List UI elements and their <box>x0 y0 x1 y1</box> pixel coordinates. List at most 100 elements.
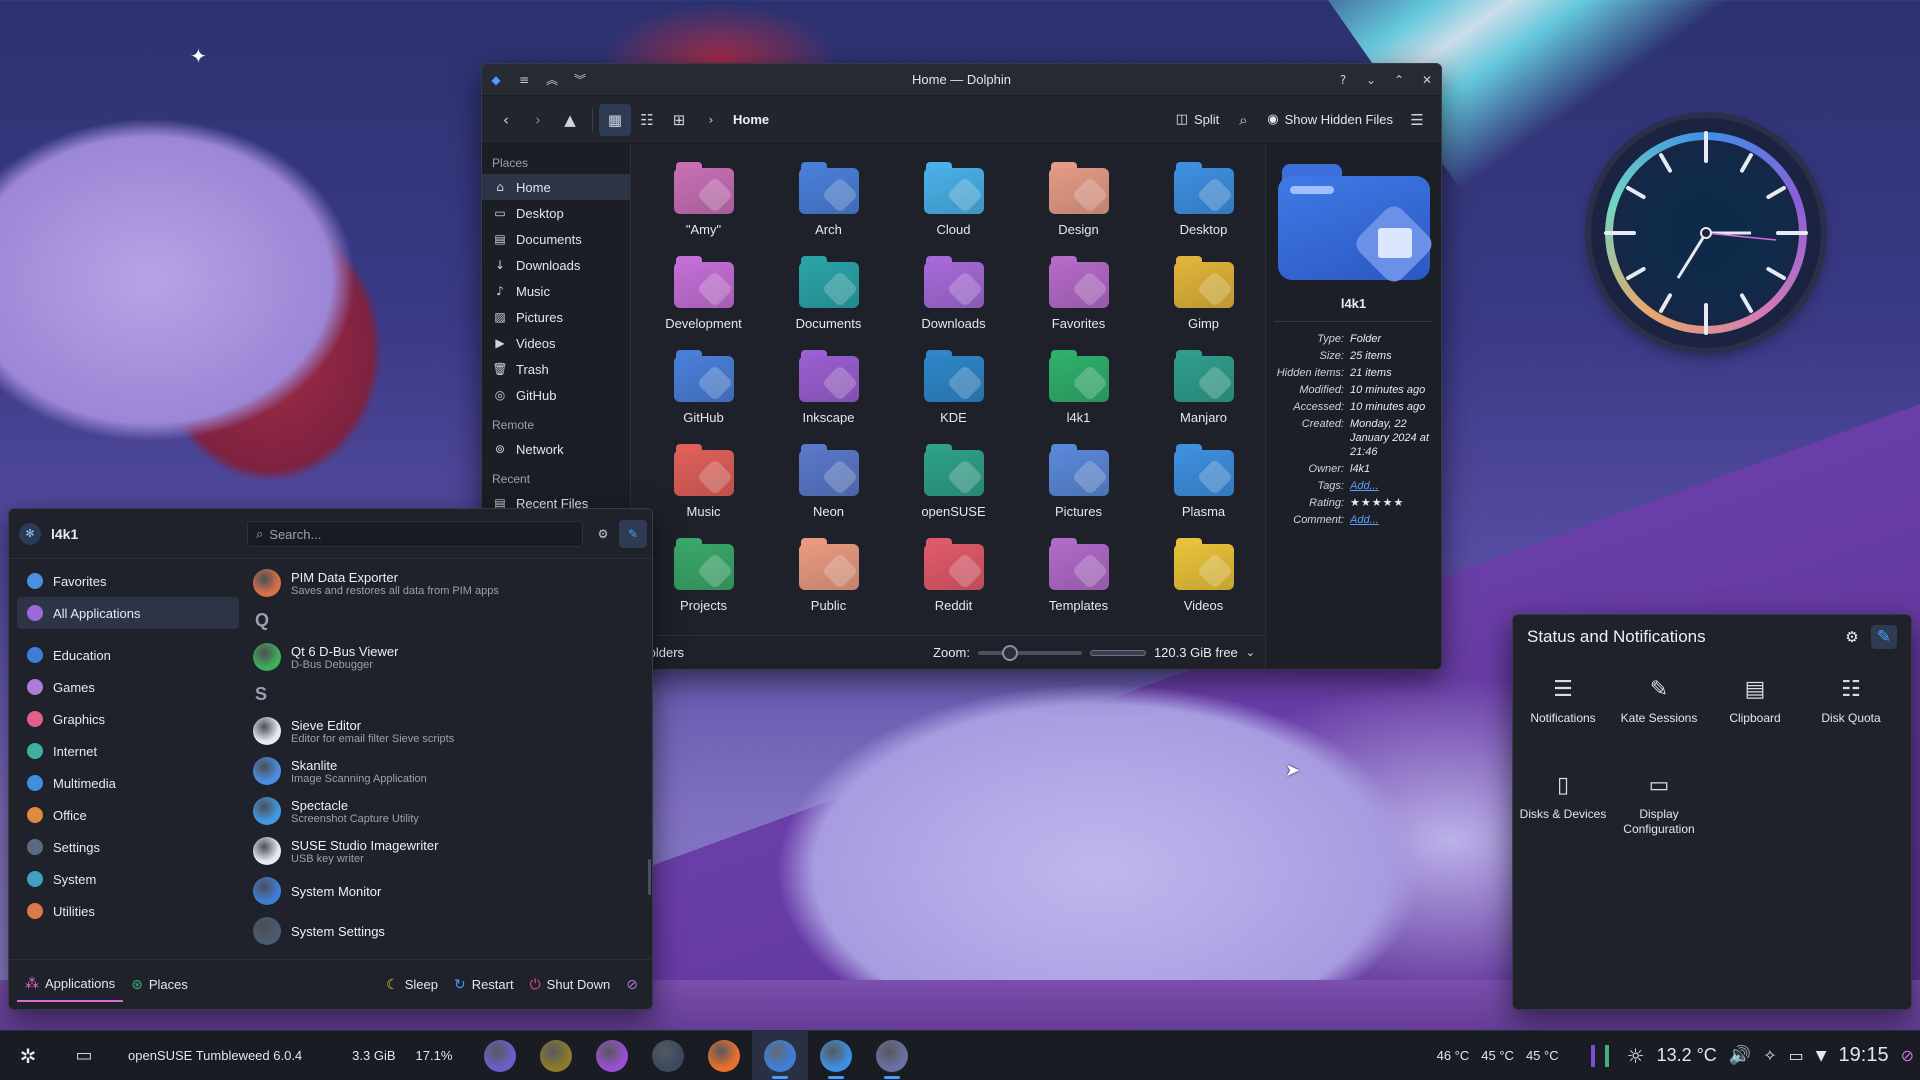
up-icon[interactable]: ▲ <box>554 104 586 136</box>
close-icon[interactable]: ✕ <box>1413 66 1441 94</box>
tab-places[interactable]: ⊛ Places <box>123 968 196 1002</box>
places-item-pictures[interactable]: ▨ Pictures <box>482 304 630 330</box>
folder-item[interactable]: Development <box>641 250 766 344</box>
status-item-disk-quota[interactable]: ☷ Disk Quota <box>1803 667 1899 763</box>
category-games[interactable]: Games <box>17 671 239 703</box>
search-icon[interactable]: ⌕ <box>1227 104 1259 136</box>
help-icon[interactable]: ? <box>1329 66 1357 94</box>
taskbar-dolphin[interactable] <box>752 1030 809 1080</box>
tab-applications[interactable]: ⁂ Applications <box>17 968 124 1002</box>
keep-below-icon[interactable]: ︾ <box>566 66 594 94</box>
app-item[interactable]: Qt 6 D-Bus Viewer D-Bus Debugger <box>249 637 644 677</box>
compact-view-icon[interactable]: ☷ <box>631 104 663 136</box>
details-view-icon[interactable]: ⊞ <box>663 104 695 136</box>
places-item-documents[interactable]: ▤ Documents <box>482 226 630 252</box>
category-favorites[interactable]: Favorites <box>17 565 239 597</box>
tray-expand-icon[interactable]: ▼ <box>1810 1048 1833 1064</box>
weather-temp[interactable]: 13.2 °C <box>1651 1045 1723 1066</box>
folder-item[interactable]: Cloud <box>891 156 1016 250</box>
file-view[interactable]: "Amy" Arch Cloud Design Desktop Development Do… <box>631 144 1265 669</box>
app-item[interactable]: Spectacle Screenshot Capture Utility <box>249 791 644 831</box>
folder-item[interactable]: Downloads <box>891 250 1016 344</box>
menu-icon[interactable]: ≡ <box>510 66 538 94</box>
pin-icon[interactable]: ✎ <box>619 520 647 548</box>
rating-stars[interactable]: ★★★★★ <box>1350 496 1433 510</box>
category-utilities[interactable]: Utilities <box>17 895 239 927</box>
application-launcher[interactable]: ✻ l4k1 ⌕ ⚙ ✎ Favorites All Applications Ed… <box>8 508 653 1010</box>
maximize-icon[interactable]: ⌃ <box>1385 66 1413 94</box>
folder-item[interactable]: Neon <box>766 438 891 532</box>
application-list[interactable]: PIM Data Exporter Saves and restores all … <box>249 563 644 953</box>
keep-above-icon[interactable]: ︽ <box>538 66 566 94</box>
places-item-network[interactable]: ⊚ Network <box>482 436 630 462</box>
folder-item[interactable]: Plasma <box>1141 438 1266 532</box>
status-item-clipboard[interactable]: ▤ Clipboard <box>1707 667 1803 763</box>
folder-item[interactable]: GitHub <box>641 344 766 438</box>
minimize-icon[interactable]: ⌄ <box>1357 66 1385 94</box>
folder-item[interactable]: Music <box>641 438 766 532</box>
folder-item[interactable]: Design <box>1016 156 1141 250</box>
shutdown-button[interactable]: ⏻ Shut Down <box>522 968 619 1002</box>
folder-item[interactable]: Pictures <box>1016 438 1141 532</box>
category-internet[interactable]: Internet <box>17 735 239 767</box>
folder-item[interactable]: Arch <box>766 156 891 250</box>
taskbar-firefox[interactable] <box>696 1031 752 1080</box>
places-item-music[interactable]: ♪ Music <box>482 278 630 304</box>
folder-item[interactable]: Desktop <box>1141 156 1266 250</box>
overview-button[interactable]: ▭ <box>56 1031 112 1080</box>
places-item-trash[interactable]: 🗑 Trash <box>482 356 630 382</box>
category-education[interactable]: Education <box>17 639 239 671</box>
taskbar-app-2[interactable] <box>528 1031 584 1080</box>
titlebar[interactable]: ◆ ≡ ︽ ︾ Home — Dolphin ? ⌄ ⌃ ✕ <box>482 64 1441 96</box>
search-input[interactable] <box>269 526 570 542</box>
places-item-videos[interactable]: ▶ Videos <box>482 330 630 356</box>
folder-item[interactable]: Inkscape <box>766 344 891 438</box>
zoom-slider-handle[interactable] <box>1001 644 1018 661</box>
folder-item[interactable]: Manjaro <box>1141 344 1266 438</box>
status-item-display-configuration[interactable]: ▭ Display Configuration <box>1611 763 1707 859</box>
app-item[interactable]: SUSE Studio Imagewriter USB key writer <box>249 831 644 871</box>
places-item-desktop[interactable]: ▭ Desktop <box>482 200 630 226</box>
leave-button[interactable]: ⊘ <box>618 968 646 1002</box>
hamburger-menu-icon[interactable]: ☰ <box>1401 104 1433 136</box>
taskbar-app-1[interactable] <box>472 1031 528 1080</box>
show-hidden-files-button[interactable]: ◉ Show Hidden Files <box>1259 104 1401 136</box>
volume-icon[interactable]: 🔊 <box>1723 1045 1757 1066</box>
weather-sun-icon[interactable]: ☼ <box>1621 1044 1651 1068</box>
add-link[interactable]: Add... <box>1350 513 1433 527</box>
folder-item[interactable]: Reddit <box>891 532 1016 626</box>
peek-desktop-icon[interactable]: ⊘ <box>1895 1046 1920 1065</box>
taskbar-app-3[interactable] <box>584 1031 640 1080</box>
breadcrumb[interactable]: Home <box>733 112 769 127</box>
places-item-github[interactable]: ◎ GitHub <box>482 382 630 408</box>
app-item[interactable]: PIM Data Exporter Saves and restores all … <box>249 563 644 603</box>
folder-item[interactable]: Gimp <box>1141 250 1266 344</box>
scrollbar[interactable] <box>648 859 651 895</box>
settings-icon[interactable]: ⚙ <box>589 520 617 548</box>
category-system[interactable]: System <box>17 863 239 895</box>
clock-time[interactable]: 19:15 <box>1833 1044 1895 1067</box>
folder-item[interactable]: Projects <box>641 532 766 626</box>
status-item-kate-sessions[interactable]: ✎ Kate Sessions <box>1611 667 1707 763</box>
app-item[interactable]: System Settings <box>249 911 644 951</box>
status-item-notifications[interactable]: ☰ Notifications <box>1515 667 1611 763</box>
category-all-applications[interactable]: All Applications <box>17 597 239 629</box>
forward-icon[interactable]: › <box>522 104 554 136</box>
settings-icon[interactable]: ⚙ <box>1845 628 1858 646</box>
restart-button[interactable]: ↻ Restart <box>446 968 522 1002</box>
app-item[interactable]: System Monitor <box>249 871 644 911</box>
category-graphics[interactable]: Graphics <box>17 703 239 735</box>
folder-item[interactable]: Templates <box>1016 532 1141 626</box>
folder-item[interactable]: openSUSE <box>891 438 1016 532</box>
taskbar-app-7[interactable] <box>808 1031 864 1080</box>
zoom-slider[interactable] <box>977 644 1082 661</box>
places-item-downloads[interactable]: ↓ Downloads <box>482 252 630 278</box>
app-item[interactable]: Sieve Editor Editor for email filter Siev… <box>249 711 644 751</box>
category-settings[interactable]: Settings <box>17 831 239 863</box>
folder-item[interactable]: l4k1 <box>1016 344 1141 438</box>
status-and-notifications-panel[interactable]: Status and Notifications ⚙ ✎ ☰ Notificati… <box>1512 614 1912 1010</box>
taskbar-app-8[interactable] <box>864 1031 920 1080</box>
pin-icon[interactable]: ✎ <box>1870 625 1897 649</box>
brightness-icon[interactable]: ✧ <box>1757 1046 1782 1065</box>
folder-item[interactable]: Documents <box>766 250 891 344</box>
